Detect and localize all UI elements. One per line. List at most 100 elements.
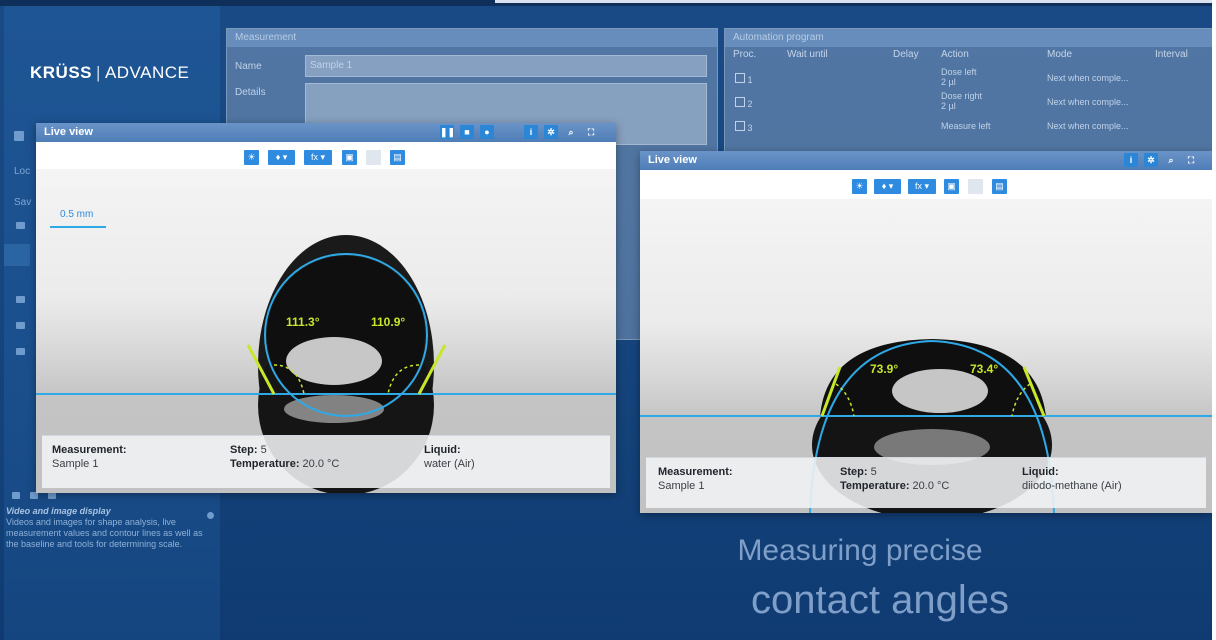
save-icon[interactable] xyxy=(30,492,38,499)
zoom-icon[interactable]: ⌕ xyxy=(564,125,578,139)
scale-label: 0.5 mm xyxy=(60,209,94,220)
liquid-label: Liquid: xyxy=(1022,466,1059,478)
top-highlight-line xyxy=(495,0,1216,3)
row-mode[interactable]: Next when comple... xyxy=(1047,97,1129,107)
row-mode[interactable]: Next when comple... xyxy=(1047,121,1129,131)
sidebar-item-loc[interactable]: Loc xyxy=(14,166,30,177)
snapshot-icon[interactable]: ▤ xyxy=(992,179,1007,194)
brightness-icon[interactable]: ☀ xyxy=(852,179,867,194)
name-label: Name xyxy=(235,61,262,72)
contact-angle-right: 73.4° xyxy=(970,362,999,376)
image-icon[interactable]: ▣ xyxy=(342,150,357,165)
row-action: Dose left 2 µl xyxy=(941,67,977,87)
caption-title: Video and image display xyxy=(6,506,111,516)
record-icon[interactable]: ● xyxy=(480,125,494,139)
measurement-info-panel: Measurement: Sample 1 Step: 5 Temperatur… xyxy=(42,435,610,488)
col-delay: Delay xyxy=(893,49,919,60)
info-icon[interactable]: i xyxy=(524,125,538,139)
pause-icon[interactable]: ❚❚ xyxy=(440,125,455,139)
folder-icon[interactable] xyxy=(16,222,25,229)
bulb-icon[interactable]: ♦ ▾ xyxy=(874,179,901,194)
live-view-right: Live view i ✲ ⌕ ⛶ ☀ ♦ ▾ fx ▾ ▣ ▤ 73.9° 7… xyxy=(640,151,1212,513)
table-row[interactable]: 1 xyxy=(735,73,753,85)
checkbox[interactable] xyxy=(735,121,745,131)
contact-angle-left: 111.3° xyxy=(286,315,320,329)
contact-angle-right: 110.9° xyxy=(371,315,406,329)
row-action: Dose right 2 µl xyxy=(941,91,983,111)
liquid-value: diiodo-methane (Air) xyxy=(1022,480,1122,492)
reflection-highlight xyxy=(284,395,384,423)
step-value: 5 xyxy=(260,444,267,456)
function-icon[interactable]: fx ▾ xyxy=(908,179,936,194)
measurement-panel-title: Measurement xyxy=(227,29,717,47)
camera-icon[interactable]: ■ xyxy=(460,125,474,139)
refresh-icon[interactable] xyxy=(12,492,20,499)
folder-icon[interactable] xyxy=(16,296,25,303)
temperature-label: Temperature: xyxy=(840,480,910,492)
snapshot-icon[interactable]: ▤ xyxy=(390,150,405,165)
headline-line-2: contact angles xyxy=(751,578,1009,622)
row-mode[interactable]: Next when comple... xyxy=(1047,73,1129,83)
export-icon[interactable] xyxy=(48,492,56,499)
checkbox[interactable] xyxy=(735,97,745,107)
image-icon[interactable]: ▣ xyxy=(944,179,959,194)
measurement-value: Sample 1 xyxy=(52,458,99,470)
col-wait-until: Wait until xyxy=(787,49,828,60)
zoom-icon[interactable]: ⌕ xyxy=(1164,153,1178,167)
sidebar-item-sav[interactable]: Sav xyxy=(14,197,31,208)
gear-icon[interactable]: ✲ xyxy=(1144,153,1158,167)
col-interval: Interval xyxy=(1155,49,1188,60)
gear-icon[interactable] xyxy=(207,512,214,519)
headline-line-1: Measuring precise xyxy=(737,534,983,567)
overlay-icon[interactable] xyxy=(968,179,983,194)
table-row[interactable]: 2 xyxy=(735,97,753,109)
automation-panel: Automation program Proc. Wait until Dela… xyxy=(724,28,1214,154)
folder-icon[interactable] xyxy=(16,348,25,355)
sidebar-selected-item[interactable] xyxy=(4,244,30,266)
step-label: Step: xyxy=(230,444,258,456)
step-value: 5 xyxy=(870,466,877,478)
checkbox[interactable] xyxy=(735,73,745,83)
function-icon[interactable]: fx ▾ xyxy=(304,150,332,165)
sidebar-expand-icon[interactable] xyxy=(14,131,24,141)
col-mode: Mode xyxy=(1047,49,1073,60)
fit-icon[interactable]: ⛶ xyxy=(584,125,598,139)
automation-panel-title: Automation program xyxy=(725,29,1213,47)
col-action: Action xyxy=(941,49,969,60)
contact-angle-left: 73.9° xyxy=(870,362,899,376)
live-view-title: Live view xyxy=(648,154,697,166)
drop-body xyxy=(267,256,425,414)
folder-icon[interactable] xyxy=(16,322,25,329)
caption-text: Videos and images for shape analysis, li… xyxy=(6,517,203,549)
live-view-left: Live view ❚❚ ■ ● i ✲ ⌕ ⛶ ☀ ♦ ▾ fx ▾ ▣ ▤ … xyxy=(36,123,616,493)
measurement-label: Measurement: xyxy=(52,444,127,456)
name-value: Sample 1 xyxy=(310,60,353,71)
drop-highlight xyxy=(286,337,382,385)
row-action: Measure left xyxy=(941,121,991,131)
liquid-value: water (Air) xyxy=(424,458,475,470)
fit-icon[interactable]: ⛶ xyxy=(1184,153,1198,167)
col-proc: Proc. xyxy=(733,49,757,60)
brightness-icon[interactable]: ☀ xyxy=(244,150,259,165)
measurement-value: Sample 1 xyxy=(658,480,705,492)
name-field[interactable]: Sample 1 xyxy=(305,55,707,77)
right-edge xyxy=(1212,0,1216,640)
brand-logo: KRÜSS | ADVANCE xyxy=(30,63,190,82)
table-row[interactable]: 3 xyxy=(735,121,753,133)
overlay-icon[interactable] xyxy=(366,150,381,165)
bulb-icon[interactable]: ♦ ▾ xyxy=(268,150,295,165)
details-label: Details xyxy=(235,87,266,98)
temperature-label: Temperature: xyxy=(230,458,300,470)
live-view-title: Live view xyxy=(44,126,93,138)
measurement-label: Measurement: xyxy=(658,466,733,478)
live-view-title-bar: Live view i ✲ ⌕ ⛶ xyxy=(640,151,1212,170)
temperature-value: 20.0 °C xyxy=(912,480,950,492)
feature-caption: Video and image display Videos and image… xyxy=(6,506,206,550)
live-view-title-bar: Live view ❚❚ ■ ● i ✲ ⌕ ⛶ xyxy=(36,123,616,142)
step-label: Step: xyxy=(840,466,868,478)
liquid-label: Liquid: xyxy=(424,444,461,456)
info-icon[interactable]: i xyxy=(1124,153,1138,167)
temperature-value: 20.0 °C xyxy=(302,458,340,470)
gear-icon[interactable]: ✲ xyxy=(544,125,558,139)
measurement-info-panel: Measurement: Sample 1 Step: 5 Temperatur… xyxy=(646,457,1206,508)
